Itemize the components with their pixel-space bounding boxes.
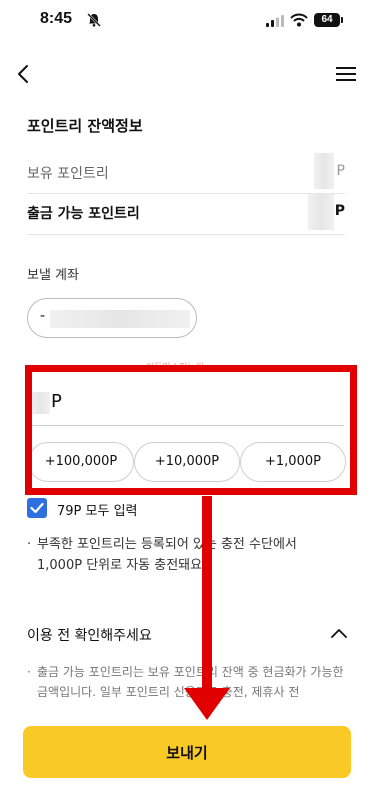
status-bar: 8:45 64	[0, 0, 373, 44]
add-1000-button[interactable]: +1,000P	[240, 442, 346, 482]
back-chevron-icon[interactable]	[12, 62, 34, 86]
bell-slash-icon	[87, 13, 101, 27]
note-bullet: ·	[27, 537, 32, 552]
held-points-label: 보유 포인트리	[27, 166, 109, 182]
annotation-arrow-shaft	[202, 496, 212, 696]
amount-input[interactable]	[28, 382, 344, 426]
status-time: 8:45	[40, 10, 73, 27]
divider	[27, 193, 345, 194]
battery-indicator: 64	[314, 13, 340, 27]
withdrawable-points-value-redacted	[308, 194, 334, 230]
amount-value-redacted	[30, 392, 50, 414]
held-points-value-redacted	[314, 153, 334, 189]
divider	[27, 234, 345, 235]
withdrawable-points-unit: P	[334, 203, 345, 219]
chevron-up-icon[interactable]	[330, 627, 348, 639]
annotation-arrow-head	[184, 688, 230, 720]
battery-tip	[341, 17, 343, 23]
held-points-unit: P	[336, 163, 345, 179]
watermark: 이동마스퍼뉴월	[146, 363, 204, 373]
amount-unit: P	[51, 391, 62, 412]
note-text: 부족한 포인트리는 등록되어 있는 충전 수단에서 1,000P 단위로 자동 …	[37, 537, 297, 573]
account-prefix: -	[40, 308, 46, 324]
withdrawable-points-label: 출금 가능 포인트리	[27, 206, 140, 222]
account-select-chip[interactable]: -	[27, 298, 197, 338]
send-account-label: 보낼 계좌	[27, 268, 79, 283]
signal-icon	[266, 15, 284, 27]
send-button[interactable]: 보내기	[23, 726, 351, 778]
notice-bullet: ·	[27, 665, 31, 679]
hamburger-menu-icon[interactable]	[336, 66, 356, 82]
check-icon	[30, 502, 44, 514]
add-10000-button[interactable]: +10,000P	[134, 442, 240, 482]
wifi-icon	[290, 13, 308, 27]
account-number-redacted	[50, 310, 190, 328]
section-title: 포인트리 잔액정보	[27, 117, 143, 135]
enter-all-checkbox[interactable]	[27, 498, 47, 518]
enter-all-label: 79P 모두 입력	[57, 504, 138, 519]
auto-charge-note: · 부족한 포인트리는 등록되어 있는 충전 수단에서 1,000P 단위로 자…	[27, 534, 327, 576]
confirm-header[interactable]: 이용 전 확인해주세요	[27, 625, 152, 645]
add-100000-button[interactable]: +100,000P	[28, 442, 134, 482]
